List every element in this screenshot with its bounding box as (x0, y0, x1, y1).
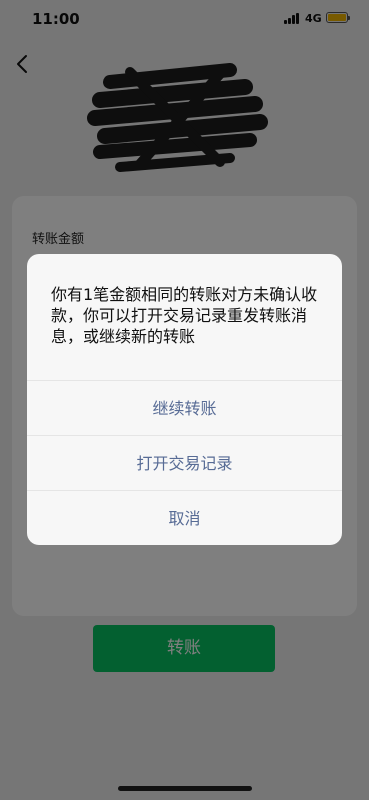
dialog-message: 你有1笔金额相同的转账对方未确认收款，你可以打开交易记录重发转账消息，或继续新的… (51, 285, 318, 346)
cancel-button[interactable]: 取消 (27, 490, 342, 545)
continue-transfer-button[interactable]: 继续转账 (27, 380, 342, 435)
pending-transfer-dialog: 你有1笔金额相同的转账对方未确认收款，你可以打开交易记录重发转账消息，或继续新的… (27, 254, 342, 545)
open-transaction-records-button[interactable]: 打开交易记录 (27, 435, 342, 490)
home-indicator[interactable] (118, 786, 252, 791)
